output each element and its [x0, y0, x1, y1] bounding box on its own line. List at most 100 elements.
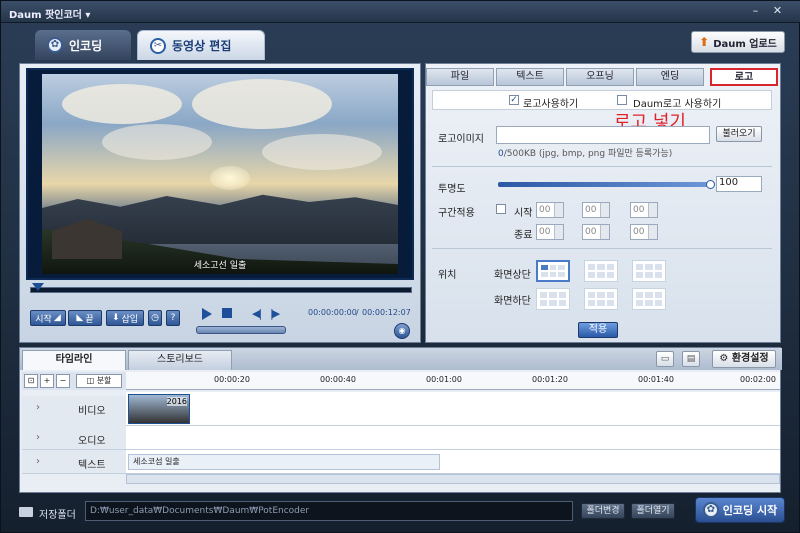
close-icon[interactable]: ✕ [771, 5, 784, 18]
settings-button[interactable]: ⚙ 환경설정 [712, 350, 776, 368]
range-checkbox[interactable] [496, 204, 506, 214]
tab-text[interactable]: 텍스트 [496, 68, 564, 86]
tab-storyboard[interactable]: 스토리보드 [128, 350, 232, 370]
ruler-label: 00:01:00 [426, 375, 462, 384]
next-frame-icon[interactable]: |▶ [270, 307, 280, 320]
set-start-label: 시작 [35, 314, 52, 325]
settings-label: 환경설정 [731, 353, 769, 364]
video-frame: 세소고선 일출 [26, 68, 414, 280]
range-end-label: 종료 [514, 230, 533, 241]
play-icon[interactable] [202, 308, 212, 320]
set-start-button[interactable]: 시작 ◢ [30, 310, 66, 326]
opacity-thumb[interactable] [706, 180, 715, 189]
text-clip[interactable]: 세소코섬 일출 [128, 454, 440, 470]
daum-upload-button[interactable]: ⬆ Daum 업로드 [691, 31, 785, 53]
minimize-icon[interactable]: – [749, 5, 762, 18]
tab-opening[interactable]: 오프닝 [566, 68, 634, 86]
video-track[interactable]: 2016 [126, 392, 780, 426]
bottom-position-label: 화면하단 [494, 296, 531, 307]
start-minute-spinner[interactable]: 00 [582, 202, 610, 218]
video-preview[interactable]: 세소고선 일출 [42, 74, 398, 274]
clip-label: 2016 [166, 397, 187, 406]
film-edit-icon: ✂ [150, 37, 166, 54]
zoom-in-icon[interactable]: + [40, 374, 54, 388]
open-folder-button[interactable]: 폴더열기 [631, 503, 675, 519]
total-time: 00:00:12:07 [362, 308, 411, 317]
split-button[interactable]: ◫ 분할 [76, 374, 122, 388]
position-bottom-center[interactable] [584, 288, 618, 310]
save-icon[interactable]: ▤ [682, 351, 700, 367]
triangle-icon: ◣ [76, 313, 84, 323]
clock-icon: ◷ [151, 313, 159, 323]
size-hint-text: /500KB (jpg, bmp, png 파일만 등록가능) [503, 149, 673, 159]
change-folder-button[interactable]: 폴더변경 [581, 503, 625, 519]
upload-label: Daum 업로드 [713, 38, 777, 50]
end-hour-spinner[interactable]: 00 [536, 224, 564, 240]
help-button[interactable]: ? [166, 310, 180, 326]
logo-image-field[interactable] [496, 126, 710, 144]
set-end-label: 끝 [85, 314, 94, 325]
position-top-right[interactable] [632, 260, 666, 282]
insert-button[interactable]: ⬇ 삽입 [106, 310, 144, 326]
audio-track[interactable] [126, 426, 780, 450]
position-top-center[interactable] [584, 260, 618, 282]
track-video[interactable]: › 비디오 [22, 396, 126, 430]
chevron-right-icon: › [36, 402, 40, 413]
logo-image-label: 로고이미지 [438, 134, 484, 145]
stop-icon[interactable] [222, 308, 232, 318]
playback-range-bar[interactable] [196, 326, 286, 334]
end-minute-spinner[interactable]: 00 [582, 224, 610, 240]
position-bottom-left[interactable] [536, 288, 570, 310]
video-clip[interactable]: 2016 [128, 394, 190, 424]
start-encoding-button[interactable]: ✿ 인코딩 시작 [695, 497, 785, 523]
set-end-button[interactable]: ◣ 끝 [68, 310, 102, 326]
app-window: Daum 팟인코더 ▾ – ✕ ✿ 인코딩 ✂ 동영상 편집 ⬆ Daum 업로… [0, 0, 800, 533]
tab-timeline[interactable]: 타임라인 [22, 350, 126, 370]
tab-encoding[interactable]: ✿ 인코딩 [35, 30, 131, 60]
timeline-ruler[interactable]: 00:00:20 00:00:40 00:01:00 00:01:20 00:0… [126, 372, 780, 390]
fit-icon[interactable]: ⊡ [24, 374, 38, 388]
timeline-scrollbar[interactable] [126, 474, 780, 484]
current-time: 00:00:00:00 [308, 308, 357, 317]
end-second-spinner[interactable]: 00 [630, 224, 658, 240]
tab-file[interactable]: 파일 [426, 68, 494, 86]
volume-icon[interactable]: ◉ [394, 323, 410, 339]
seek-thumb[interactable] [32, 283, 44, 291]
size-hint: 0/500KB (jpg, bmp, png 파일만 등록가능) [498, 146, 672, 159]
opacity-slider[interactable] [498, 182, 712, 187]
split-label: 분할 [96, 376, 112, 385]
triangle-icon: ◢ [53, 313, 61, 323]
start-second-spinner[interactable]: 00 [630, 202, 658, 218]
seek-bar[interactable] [30, 287, 412, 293]
app-title[interactable]: Daum 팟인코더 ▾ [9, 6, 90, 21]
tab-logo[interactable]: 로고 [710, 68, 778, 86]
text-track[interactable]: 세소코섬 일출 [126, 450, 780, 474]
tab-encoding-label: 인코딩 [69, 38, 103, 53]
track-text-label: 텍스트 [78, 460, 106, 471]
zoom-out-icon[interactable]: − [56, 374, 70, 388]
apply-button[interactable]: 적용 [578, 322, 618, 338]
logo-settings-panel: 파일 텍스트 오프닝 엔딩 로고 ✓ 로고사용하기 Daum로고 사용하기 로고… [425, 63, 781, 343]
opacity-value[interactable]: 100 [716, 176, 762, 192]
position-label: 위치 [438, 270, 457, 281]
clock-button[interactable]: ◷ [148, 310, 162, 326]
start-hour-spinner[interactable]: 00 [536, 202, 564, 218]
preview-panel: 세소고선 일출 시작 ◢ ◣ 끝 ⬇ 삽입 ◷ ? ◀| |▶ 00:00:00:00… [19, 63, 421, 343]
logo-options-row: ✓ 로고사용하기 Daum로고 사용하기 [432, 90, 772, 110]
position-bottom-right[interactable] [632, 288, 666, 310]
use-logo-checkbox[interactable]: ✓ [509, 95, 519, 105]
use-daum-logo-checkbox[interactable] [617, 95, 627, 105]
track-audio-label: 오디오 [78, 436, 106, 447]
tab-video-edit[interactable]: ✂ 동영상 편집 [137, 30, 265, 60]
track-text[interactable]: › 텍스트 [22, 450, 126, 474]
browse-button[interactable]: 불러오기 [716, 126, 762, 142]
film-reel-icon: ✿ [47, 37, 63, 53]
film-reel-icon: ✿ [702, 502, 719, 518]
track-audio[interactable]: › 오디오 [22, 426, 126, 450]
position-top-left[interactable] [536, 260, 570, 282]
folder-icon[interactable]: ▭ [656, 351, 674, 367]
save-path-field[interactable]: D:₩user_data₩Documents₩Daum₩PotEncoder [85, 501, 573, 521]
edit-tabs: 파일 텍스트 오프닝 엔딩 로고 [426, 66, 782, 86]
prev-frame-icon[interactable]: ◀| [252, 307, 262, 320]
tab-ending[interactable]: 엔딩 [636, 68, 704, 86]
